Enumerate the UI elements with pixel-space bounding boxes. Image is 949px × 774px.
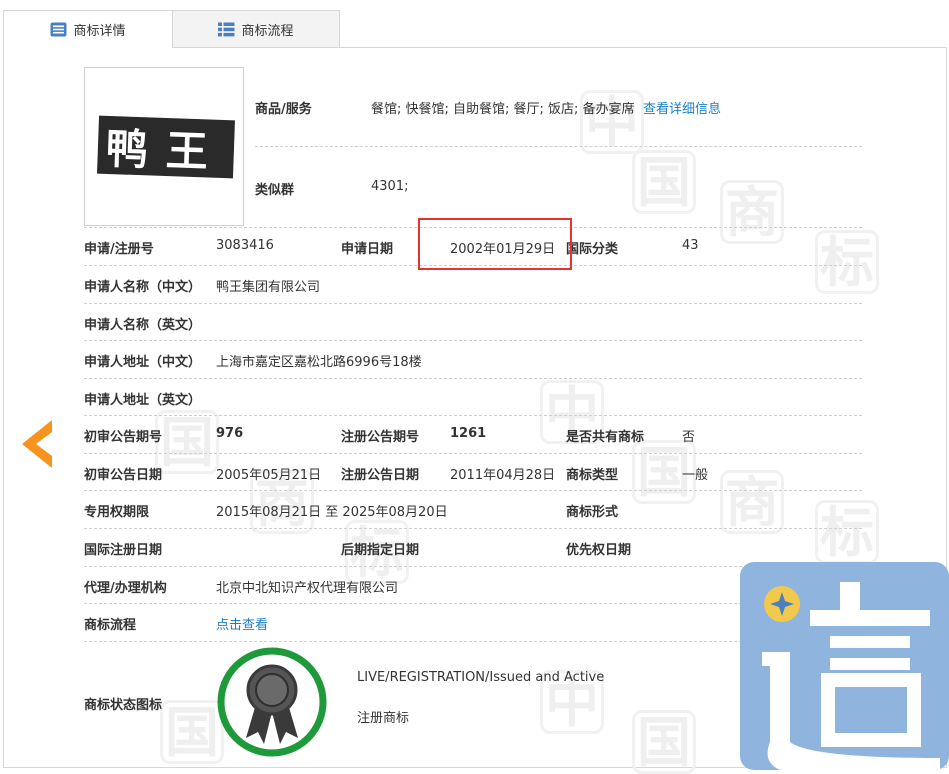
view-process-link[interactable]: 点击查看 — [216, 614, 268, 633]
registered-ribbon-icon — [217, 647, 327, 757]
applicant-cn-label: 申请人名称（中文） — [84, 280, 202, 295]
goods-value: 餐馆; 快餐馆; 自助餐馆; 餐厅; 饭店; 备办宴席 — [371, 102, 635, 117]
watermark-char: 商 — [720, 470, 784, 534]
tab-label: 商标流程 — [241, 23, 294, 39]
prelim-date-label: 初审公告日期 — [84, 468, 163, 483]
watermark-char: 标 — [815, 500, 879, 564]
watermark-char: 标 — [815, 230, 879, 294]
divider — [255, 146, 862, 147]
tab-label: 商标详情 — [73, 24, 126, 39]
divider — [84, 453, 862, 454]
priority-date-label: 优先权日期 — [566, 543, 632, 558]
similar-group-value: 4301; — [371, 179, 409, 194]
badge-glyph-icon — [762, 582, 940, 770]
divider — [84, 340, 862, 341]
exclusive-period-value: 2015年08月21日 至 2025年08月20日 — [216, 505, 448, 520]
app-badge — [740, 562, 949, 770]
divider — [84, 490, 862, 491]
watermark-char: 商 — [720, 180, 784, 244]
tm-type-value: 一般 — [682, 468, 709, 483]
status-en: LIVE/REGISTRATION/Issued and Active — [357, 670, 605, 685]
divider — [84, 378, 862, 379]
trademark-logo: 鸭王 — [97, 115, 235, 179]
reg-date-value: 2011年04月28日 — [450, 468, 556, 483]
apply-date-label: 申请日期 — [341, 242, 394, 257]
intl-reg-date-label: 国际注册日期 — [84, 543, 163, 558]
view-details-link[interactable]: 查看详细信息 — [643, 98, 721, 117]
tab-trademark-process[interactable]: 商标流程 — [172, 10, 340, 47]
status-cn: 注册商标 — [357, 711, 410, 726]
tab-trademark-detail[interactable]: 商标详情 — [3, 10, 173, 48]
prev-arrow-icon[interactable] — [22, 420, 52, 468]
applicant-cn-value: 鸭王集团有限公司 — [216, 280, 321, 295]
goods-label: 商品/服务 — [255, 102, 312, 117]
similar-group-label: 类似群 — [255, 183, 295, 198]
divider — [84, 528, 862, 529]
applicant-en-label: 申请人名称（英文） — [84, 318, 202, 333]
watermark-char: 国 — [160, 700, 224, 764]
prelim-date-value: 2005年05月21日 — [216, 468, 322, 483]
tm-form-label: 商标形式 — [566, 505, 619, 520]
highlight-box — [418, 218, 572, 270]
later-date-label: 后期指定日期 — [341, 543, 420, 558]
watermark-char: 国 — [632, 710, 696, 774]
shared-value: 否 — [682, 430, 696, 445]
agent-value: 北京中北知识产权代理有限公司 — [216, 581, 399, 596]
watermark-char: 国 — [155, 410, 219, 474]
prelim-issue-label: 初审公告期号 — [84, 430, 163, 445]
reg-issue-label: 注册公告期号 — [341, 430, 420, 445]
shared-label: 是否共有商标 — [566, 430, 645, 445]
reg-no-label: 申请/注册号 — [84, 242, 154, 257]
status-icon-label: 商标状态图标 — [84, 698, 163, 713]
address-cn-value: 上海市嘉定区嘉松北路6996号18楼 — [216, 355, 422, 370]
address-en-label: 申请人地址（英文） — [84, 393, 202, 408]
trademark-image: 鸭王 — [84, 67, 244, 226]
reg-issue-value: 1261 — [450, 426, 487, 441]
intl-class-value: 43 — [682, 238, 699, 253]
reg-date-label: 注册公告日期 — [341, 468, 420, 483]
prelim-issue-value: 976 — [216, 426, 244, 441]
process-label: 商标流程 — [84, 618, 137, 633]
tab-bar: 商标详情 商标流程 — [0, 0, 949, 48]
divider — [84, 303, 862, 304]
reg-no-value: 3083416 — [216, 238, 274, 253]
address-cn-label: 申请人地址（中文） — [84, 355, 202, 370]
tm-type-label: 商标类型 — [566, 468, 619, 483]
intl-class-label: 国际分类 — [566, 242, 619, 257]
watermark-char: 国 — [632, 150, 696, 214]
list-icon — [218, 22, 235, 36]
document-icon — [50, 22, 67, 37]
exclusive-period-label: 专用权期限 — [84, 505, 150, 520]
agent-label: 代理/办理机构 — [84, 581, 167, 596]
divider — [84, 415, 862, 416]
